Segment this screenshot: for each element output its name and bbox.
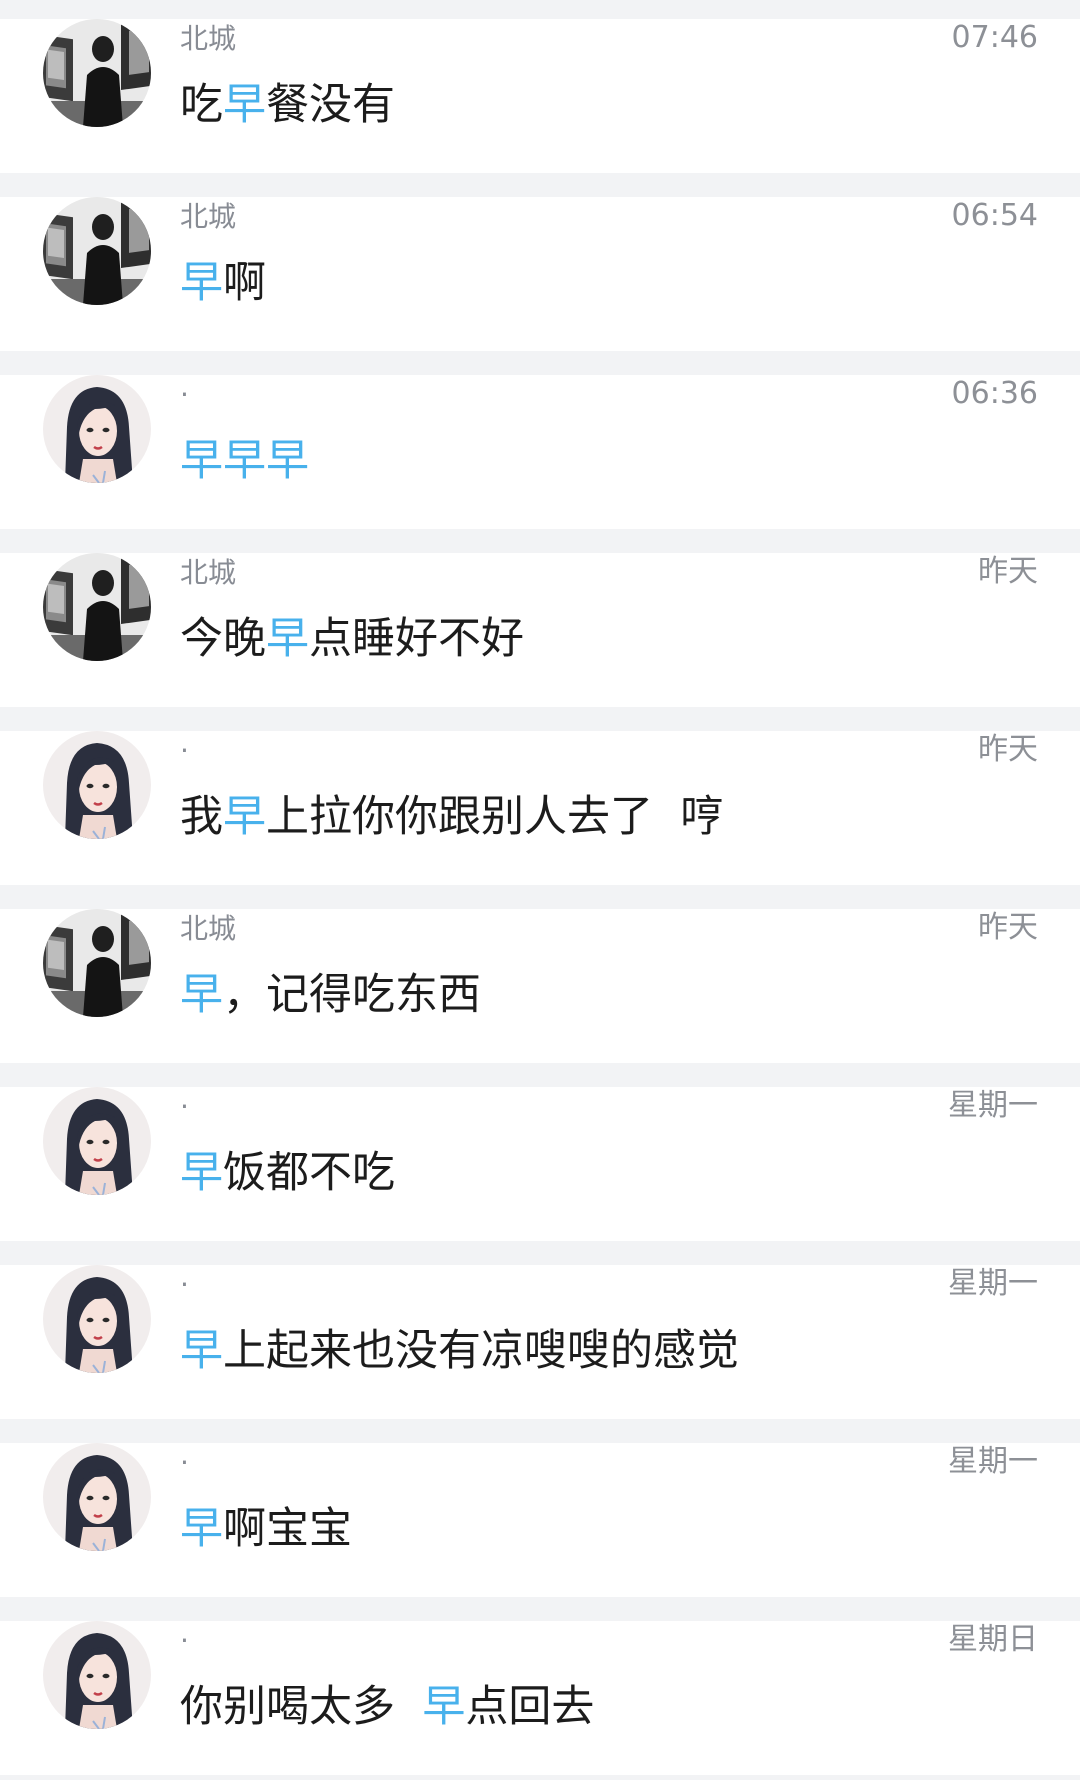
message-time: 07:46 [951,20,1038,55]
sender-name: 北城 [180,556,237,589]
sender-name: 北城 [180,200,237,233]
chat-result-item-10[interactable]: · 星期日 你别喝太多 早点回去 [0,1621,1080,1775]
highlighted-keyword: 早 [266,614,309,664]
highlighted-keyword: 早 [180,258,223,308]
message-fragment: 点回去 [465,1682,595,1732]
message-fragment: 啊 [223,258,266,308]
chat-result-item-4[interactable]: 北城 昨天 今晚早点睡好不好 [0,553,1080,707]
chat-result-item-3[interactable]: · 06:36 早早早 [0,375,1080,529]
message-fragment: 吃 [180,80,223,130]
girl-avatar[interactable] [43,1621,151,1729]
chat-result-item-9[interactable]: · 星期一 早啊宝宝 [0,1443,1080,1597]
message-time: 星期一 [948,1266,1038,1301]
chat-result-item-7[interactable]: · 星期一 早饭都不吃 [0,1087,1080,1241]
message-text: 早早早 [180,435,309,487]
message-text: 早，记得吃东西 [180,969,481,1021]
message-fragment: 啊宝宝 [223,1504,352,1554]
sender-name: · [180,734,189,767]
sender-name: 北城 [180,912,237,945]
sender-name: · [180,1268,189,1301]
message-time: 昨天 [978,910,1038,945]
sender-name: · [180,378,189,411]
chat-result-item-2[interactable]: 北城 06:54 早啊 [0,197,1080,351]
highlighted-keyword: 早 [180,1504,223,1554]
highlighted-keyword: 早 [266,436,309,486]
message-fragment: 你别喝太多 [180,1682,423,1732]
boy-avatar[interactable] [43,197,151,305]
message-time: 06:54 [951,198,1038,233]
girl-avatar[interactable] [43,731,151,839]
sender-name: · [180,1624,189,1657]
message-text: 早啊宝宝 [180,1503,352,1555]
message-time: 昨天 [978,554,1038,589]
highlighted-keyword: 早 [180,1326,223,1376]
message-time: 星期一 [948,1444,1038,1479]
message-text: 早啊 [180,257,266,309]
highlighted-keyword: 早 [223,792,266,842]
message-fragment: 饭都不吃 [223,1148,395,1198]
chat-result-item-6[interactable]: 北城 昨天 早，记得吃东西 [0,909,1080,1063]
sender-name: · [180,1446,189,1479]
chat-result-item-1[interactable]: 北城 07:46 吃早餐没有 [0,19,1080,173]
message-time: 昨天 [978,732,1038,767]
boy-avatar[interactable] [43,909,151,1017]
highlighted-keyword: 早 [223,80,266,130]
message-text: 早上起来也没有凉嗖嗖的感觉 [180,1325,739,1377]
girl-avatar[interactable] [43,375,151,483]
highlighted-keyword: 早 [180,970,223,1020]
message-fragment: 我 [180,792,223,842]
chat-result-item-5[interactable]: · 昨天 我早上拉你你跟别人去了 哼 [0,731,1080,885]
message-time: 06:36 [951,376,1038,411]
message-text: 今晚早点睡好不好 [180,613,524,665]
message-fragment: 上拉你你跟别人去了 哼 [266,792,724,842]
search-results-list: 北城 07:46 吃早餐没有 北城 06:54 早啊 · 06:36 早早早 北… [0,0,1080,1780]
message-fragment: 今晚 [180,614,266,664]
message-text: 你别喝太多 早点回去 [180,1681,594,1733]
girl-avatar[interactable] [43,1265,151,1373]
message-fragment: 上起来也没有凉嗖嗖的感觉 [223,1326,739,1376]
highlighted-keyword: 早 [223,436,266,486]
highlighted-keyword: 早 [180,1148,223,1198]
highlighted-keyword: 早 [180,436,223,486]
girl-avatar[interactable] [43,1087,151,1195]
highlighted-keyword: 早 [422,1682,466,1732]
chat-result-item-8[interactable]: · 星期一 早上起来也没有凉嗖嗖的感觉 [0,1265,1080,1419]
message-text: 早饭都不吃 [180,1147,395,1199]
boy-avatar[interactable] [43,553,151,661]
message-fragment: 点睡好不好 [309,614,524,664]
message-fragment: ，记得吃东西 [223,970,481,1020]
message-time: 星期日 [948,1622,1038,1657]
message-text: 我早上拉你你跟别人去了 哼 [180,791,723,843]
message-time: 星期一 [948,1088,1038,1123]
message-text: 吃早餐没有 [180,79,395,131]
sender-name: · [180,1090,189,1123]
sender-name: 北城 [180,22,237,55]
girl-avatar[interactable] [43,1443,151,1551]
boy-avatar[interactable] [43,19,151,127]
message-fragment: 餐没有 [266,80,395,130]
